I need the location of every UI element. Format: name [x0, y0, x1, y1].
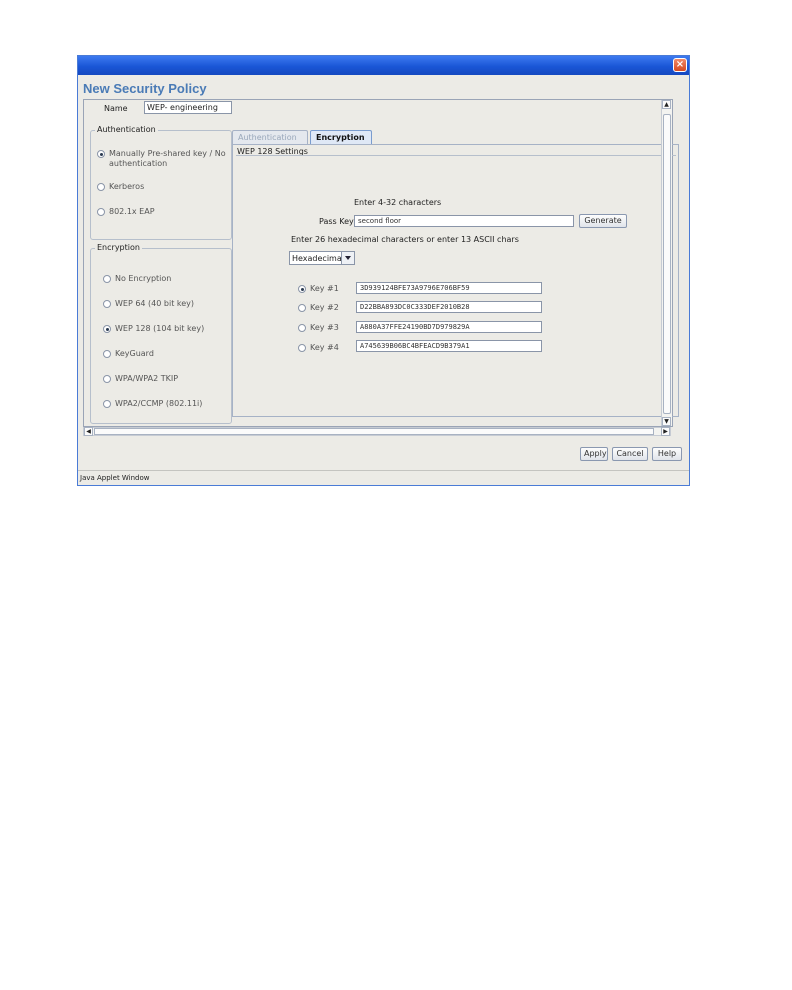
policy-panel: Name WEP- engineering Authentication Man… — [83, 99, 679, 427]
key2-input[interactable]: D22BBA893DC0C333DEF2010B28 — [356, 301, 542, 313]
radio-icon[interactable] — [97, 183, 105, 191]
auth-option-psk[interactable]: Manually Pre-shared key / No authenticat… — [97, 149, 227, 169]
name-input[interactable]: WEP- engineering — [144, 101, 232, 114]
encryption-group: Encryption No Encryption WEP 64 (40 bit … — [90, 243, 232, 424]
key4-input[interactable]: A745639B06BC4BFEACD9B379A1 — [356, 340, 542, 352]
key2-radio[interactable]: Key #2 — [298, 303, 339, 313]
radio-icon[interactable] — [103, 400, 111, 408]
enc-option-keyguard[interactable]: KeyGuard — [103, 349, 154, 359]
auth-option-eap[interactable]: 802.1x EAP — [97, 207, 155, 217]
chevron-down-icon[interactable] — [341, 252, 354, 264]
enc-option-none[interactable]: No Encryption — [103, 274, 171, 284]
radio-icon[interactable] — [103, 325, 111, 333]
passkey-hint: Enter 4-32 characters — [354, 198, 442, 207]
status-bar: Java Applet Window — [78, 470, 689, 485]
scroll-up-icon[interactable]: ▲ — [662, 100, 671, 109]
encryption-tab-panel: WEP 128 Settings Enter 4-32 characters P… — [232, 144, 679, 417]
tab-encryption[interactable]: Encryption — [310, 130, 372, 144]
vertical-scrollbar[interactable]: ▲ ▼ — [661, 100, 672, 426]
hex-hint: Enter 26 hexadecimal characters or enter… — [291, 235, 519, 244]
status-text: Java Applet Window — [80, 474, 150, 482]
name-label: Name — [104, 104, 128, 113]
radio-icon[interactable] — [298, 324, 306, 332]
enc-option-wpa-tkip[interactable]: WPA/WPA2 TKIP — [103, 374, 178, 384]
wep-settings-group: Enter 4-32 characters Pass Key second fl… — [236, 155, 676, 413]
radio-icon[interactable] — [103, 275, 111, 283]
radio-icon[interactable] — [298, 344, 306, 352]
passkey-input[interactable]: second floor — [354, 215, 574, 227]
passkey-label: Pass Key — [319, 217, 354, 226]
help-button[interactable]: Help — [652, 447, 682, 461]
applet-window: × New Security Policy Name WEP- engineer… — [77, 55, 690, 486]
horizontal-scrollbar[interactable]: ◀ ▶ — [83, 427, 671, 436]
authentication-group: Authentication Manually Pre-shared key /… — [90, 125, 232, 240]
enc-option-wpa2-ccmp[interactable]: WPA2/CCMP (802.11i) — [103, 399, 202, 409]
tab-authentication[interactable]: Authentication — [232, 130, 308, 144]
key-format-value: Hexadecimal — [292, 254, 344, 263]
enc-option-wep64[interactable]: WEP 64 (40 bit key) — [103, 299, 194, 309]
horizontal-scroll-thumb[interactable] — [94, 428, 654, 435]
close-icon[interactable]: × — [673, 58, 687, 72]
radio-icon[interactable] — [298, 304, 306, 312]
radio-icon[interactable] — [298, 285, 306, 293]
applet-body: New Security Policy Name WEP- engineerin… — [78, 75, 689, 471]
apply-button[interactable]: Apply — [580, 447, 608, 461]
scroll-left-icon[interactable]: ◀ — [84, 427, 93, 436]
key3-radio[interactable]: Key #3 — [298, 323, 339, 333]
scroll-right-icon[interactable]: ▶ — [661, 427, 670, 436]
page-title: New Security Policy — [83, 81, 207, 96]
key1-input[interactable]: 3D939124BFE73A9796E706BF59 — [356, 282, 542, 294]
key-format-select[interactable]: Hexadecimal — [289, 251, 355, 265]
generate-button[interactable]: Generate — [579, 214, 627, 228]
vertical-scroll-thumb[interactable] — [663, 114, 671, 414]
encryption-group-title: Encryption — [95, 243, 142, 252]
enc-option-wep128[interactable]: WEP 128 (104 bit key) — [103, 324, 204, 334]
scroll-down-icon[interactable]: ▼ — [662, 417, 671, 426]
radio-icon[interactable] — [97, 208, 105, 216]
radio-icon[interactable] — [97, 150, 105, 158]
cancel-button[interactable]: Cancel — [612, 447, 648, 461]
key3-input[interactable]: A880A37FFE24190BD7D979829A — [356, 321, 542, 333]
radio-icon[interactable] — [103, 375, 111, 383]
radio-icon[interactable] — [103, 350, 111, 358]
radio-icon[interactable] — [103, 300, 111, 308]
authentication-group-title: Authentication — [95, 125, 158, 134]
key1-radio[interactable]: Key #1 — [298, 284, 339, 294]
auth-option-kerberos[interactable]: Kerberos — [97, 182, 144, 192]
title-bar: × — [78, 56, 689, 75]
key4-radio[interactable]: Key #4 — [298, 343, 339, 353]
